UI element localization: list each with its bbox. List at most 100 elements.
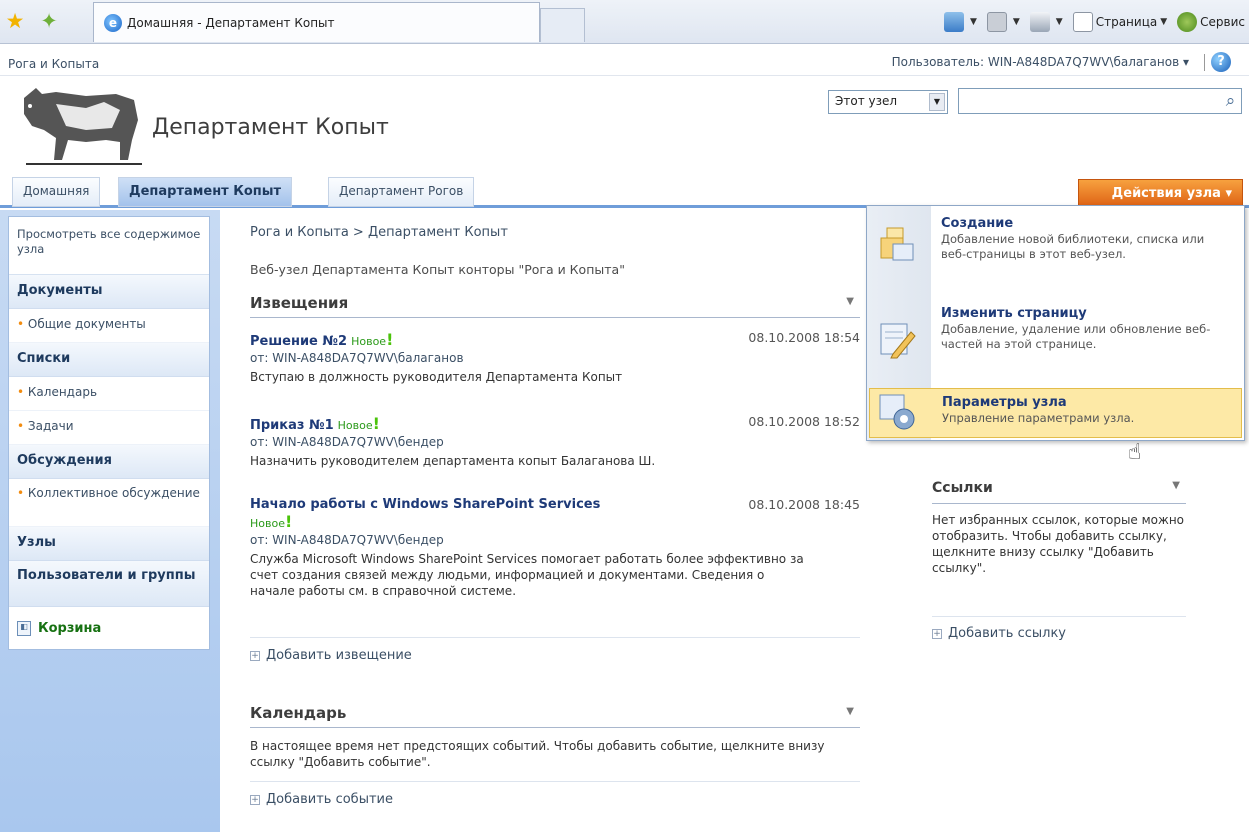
menu-item-description: Добавление, удаление или обновление веб-…	[941, 322, 1211, 351]
separator	[1204, 54, 1205, 71]
ql-item-team-discussion[interactable]: • Коллективное обсуждение	[9, 479, 209, 527]
ql-item-tasks[interactable]: • Задачи	[9, 411, 209, 445]
recycle-bin-link[interactable]: ◧ Корзина	[9, 607, 209, 649]
ql-item-label: Общие документы	[27, 317, 146, 331]
links-title[interactable]: Ссылки	[932, 480, 993, 496]
page-icon	[1072, 12, 1093, 32]
browser-tab[interactable]: e Домашняя - Департамент Копыт	[93, 2, 540, 42]
tab-home[interactable]: Домашняя	[12, 177, 101, 207]
plus-icon: +	[250, 794, 260, 805]
recycle-bin-label: Корзина	[38, 620, 102, 636]
announcements-title[interactable]: Извещения	[250, 294, 348, 312]
new-badge: Новое!	[351, 330, 393, 349]
top-site-link[interactable]: Рога и Копыта	[8, 57, 99, 71]
announcement-title[interactable]: Начало работы с Windows SharePoint Servi…	[250, 497, 600, 512]
chevron-down-icon: ▼	[969, 17, 977, 27]
menu-item-description: Управление параметрами узла.	[942, 411, 1135, 425]
calendar-webpart-title: Календарь ▼	[250, 702, 860, 728]
announcement-author[interactable]: от: WIN-A848DA7Q7WV\балаганов	[250, 351, 860, 365]
bullet-icon: •	[17, 317, 28, 331]
add-link-link[interactable]: + Добавить ссылку	[932, 626, 1066, 641]
global-navigation: Рога и Копыта Пользователь: WIN-A848DA7Q…	[0, 44, 1249, 76]
new-icon: !	[372, 414, 380, 433]
announcement-item: Начало работы с Windows SharePoint Servi…	[250, 497, 860, 599]
menu-item-title: Параметры узла	[942, 395, 1067, 410]
ql-heading-lists[interactable]: Списки	[9, 343, 209, 377]
announcement-title[interactable]: Приказ №1	[250, 418, 334, 433]
tab-horns-department[interactable]: Департамент Рогов	[328, 177, 475, 207]
add-announcement-link[interactable]: + Добавить извещение	[250, 648, 412, 663]
tools-menu-button[interactable]: Сервис	[1177, 12, 1245, 32]
ql-item-calendar[interactable]: • Календарь	[9, 377, 209, 411]
gear-icon	[1177, 12, 1198, 32]
bullet-icon: •	[17, 419, 28, 433]
home-button[interactable]: ▼	[943, 12, 977, 32]
add-favorites-icon[interactable]: ✦	[38, 10, 60, 32]
search-input[interactable]	[958, 88, 1242, 114]
view-all-content-link[interactable]: Просмотреть все содержимое узла	[9, 217, 209, 275]
webpart-menu-icon[interactable]: ▼	[846, 296, 854, 307]
calendar-title[interactable]: Календарь	[250, 704, 346, 722]
browser-tab-title: Домашняя - Департамент Копыт	[127, 15, 335, 30]
menu-item-description: Добавление новой библиотеки, списка или …	[941, 232, 1205, 261]
chevron-down-icon: ▼	[1055, 17, 1063, 27]
printer-icon	[1029, 12, 1050, 32]
menu-item-create[interactable]: Создание Добавление новой библиотеки, сп…	[867, 210, 1244, 298]
ql-heading-discussions[interactable]: Обсуждения	[9, 445, 209, 479]
add-event-link[interactable]: + Добавить событие	[250, 792, 393, 807]
quick-launch: Просмотреть все содержимое узла Документ…	[0, 210, 220, 832]
announcement-item: Приказ №1 Новое! 08.10.2008 18:52 от: WIN…	[250, 414, 860, 469]
announcement-title[interactable]: Решение №2	[250, 334, 347, 349]
site-settings-icon	[879, 394, 915, 430]
favorites-star-icon[interactable]: ★	[4, 10, 26, 32]
new-tab-button[interactable]	[540, 8, 585, 42]
announcement-body: Служба Microsoft Windows SharePoint Serv…	[250, 552, 804, 598]
print-button[interactable]: ▼	[1029, 12, 1063, 32]
announcement-date: 08.10.2008 18:54	[748, 330, 860, 345]
search-icon[interactable]: ⌕	[1220, 89, 1241, 113]
chevron-down-icon: ▼	[1012, 17, 1020, 27]
menu-item-site-settings[interactable]: Параметры узла Управление параметрами уз…	[869, 388, 1242, 438]
webpart-menu-icon[interactable]: ▼	[846, 706, 854, 717]
user-menu[interactable]: Пользователь: WIN-A848DA7Q7WV\балаганов …	[892, 55, 1189, 69]
announcement-author[interactable]: от: WIN-A848DA7Q7WV\бендер	[250, 533, 860, 547]
ql-item-label: Задачи	[27, 419, 74, 433]
divider	[932, 616, 1186, 617]
edit-page-icon	[880, 323, 916, 359]
breadcrumb[interactable]: Рога и Копыта > Департамент Копыт	[250, 225, 508, 240]
menu-item-title: Изменить страницу	[941, 306, 1087, 321]
help-icon[interactable]: ?	[1211, 52, 1231, 72]
ql-item-shared-documents[interactable]: • Общие документы	[9, 309, 209, 343]
hand-cursor-icon: ☝	[1128, 440, 1142, 465]
bullet-icon: •	[17, 385, 28, 399]
add-event-label: Добавить событие	[266, 792, 393, 807]
page-menu-button[interactable]: Страница ▼	[1072, 12, 1168, 32]
site-title[interactable]: Департамент Копыт	[152, 115, 389, 140]
chevron-down-icon[interactable]: ▼	[929, 93, 945, 111]
search-scope-select[interactable]: Этот узел ▼	[828, 90, 948, 114]
site-logo-cow[interactable]	[16, 80, 144, 172]
announcement-item: Решение №2 Новое! 08.10.2008 18:54 от: WI…	[250, 330, 860, 385]
menu-item-title: Создание	[941, 216, 1014, 231]
new-badge: Новое!	[250, 512, 292, 531]
site-actions-menu: Создание Добавление новой библиотеки, сп…	[866, 205, 1245, 441]
ql-heading-people-groups[interactable]: Пользователи и группы	[9, 561, 209, 607]
webpart-menu-icon[interactable]: ▼	[1172, 480, 1180, 491]
feeds-button[interactable]: ▼	[986, 12, 1020, 32]
announcement-date: 08.10.2008 18:45	[748, 497, 860, 512]
chevron-down-icon: ▼	[1160, 17, 1168, 27]
browser-toolbar: ★ ✦ e Домашняя - Департамент Копыт ▼ ▼ ▼…	[0, 0, 1249, 44]
new-badge-label: Новое	[337, 419, 373, 432]
quick-launch-panel: Просмотреть все содержимое узла Документ…	[8, 216, 210, 650]
add-announcement-label: Добавить извещение	[266, 648, 412, 663]
divider	[250, 781, 860, 782]
ql-heading-sites[interactable]: Узлы	[9, 527, 209, 561]
ql-item-label: Календарь	[27, 385, 98, 399]
menu-item-edit-page[interactable]: Изменить страницу Добавление, удаление и…	[867, 300, 1244, 386]
tools-menu-label: Сервис	[1200, 15, 1245, 29]
links-empty-text: Нет избранных ссылок, которые можно отоб…	[932, 513, 1185, 575]
tab-hoofs-department[interactable]: Департамент Копыт	[118, 177, 293, 207]
ql-item-label: Коллективное обсуждение	[27, 486, 200, 500]
ql-heading-documents[interactable]: Документы	[9, 275, 209, 309]
announcement-author[interactable]: от: WIN-A848DA7Q7WV\бендер	[250, 435, 860, 449]
